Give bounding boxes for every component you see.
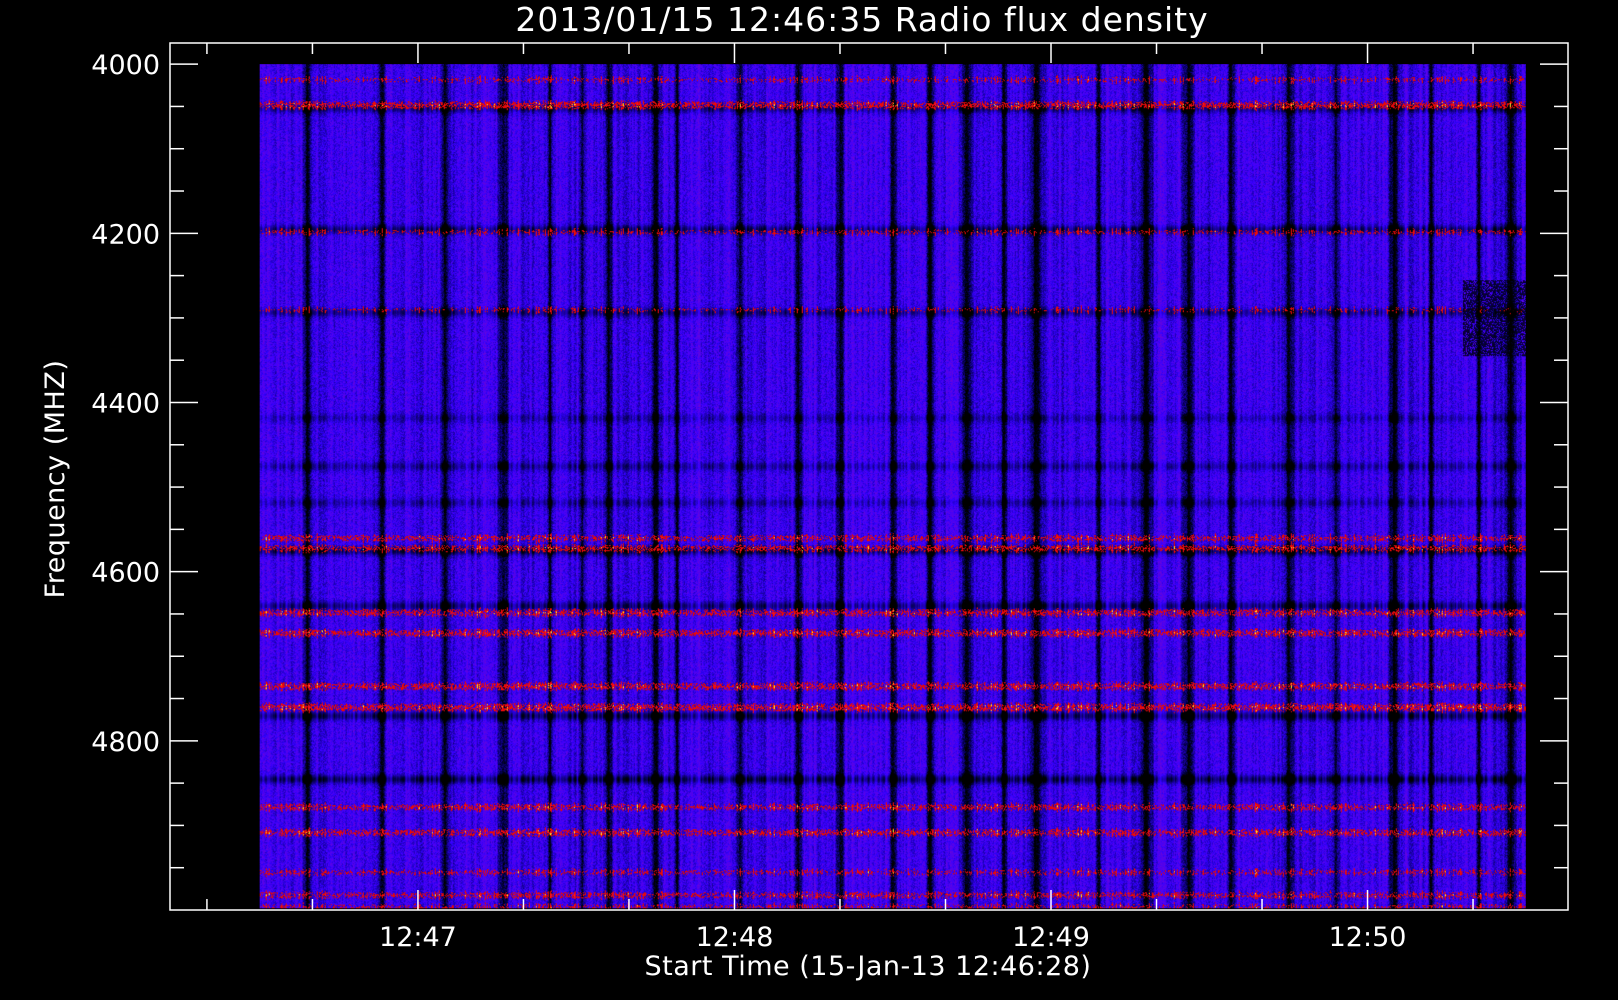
- y-axis-label: Frequency (MHZ): [40, 360, 71, 599]
- y-tick-label: 4200: [91, 219, 160, 250]
- radio-spectrogram-chart: 2013/01/15 12:46:35 Radio flux density 1…: [0, 0, 1618, 1000]
- y-tick-label: 4400: [91, 388, 160, 419]
- x-tick-label: 12:49: [1012, 922, 1090, 953]
- chart-title: 2013/01/15 12:46:35 Radio flux density: [515, 0, 1208, 39]
- y-tick-label: 4800: [91, 727, 160, 758]
- x-tick-label: 12:48: [696, 922, 774, 953]
- y-tick-label: 4000: [91, 50, 160, 81]
- x-axis-label: Start Time (15-Jan-13 12:46:28): [645, 951, 1092, 982]
- spectrogram-image: [259, 64, 1526, 909]
- x-tick-label: 12:50: [1329, 922, 1407, 953]
- plot-area: 12:47 12:48 12:49 12:50 4000 4200 4400 4600 480…: [91, 42, 1569, 953]
- y-tick-label: 4600: [91, 558, 160, 589]
- x-tick-label: 12:47: [379, 922, 457, 953]
